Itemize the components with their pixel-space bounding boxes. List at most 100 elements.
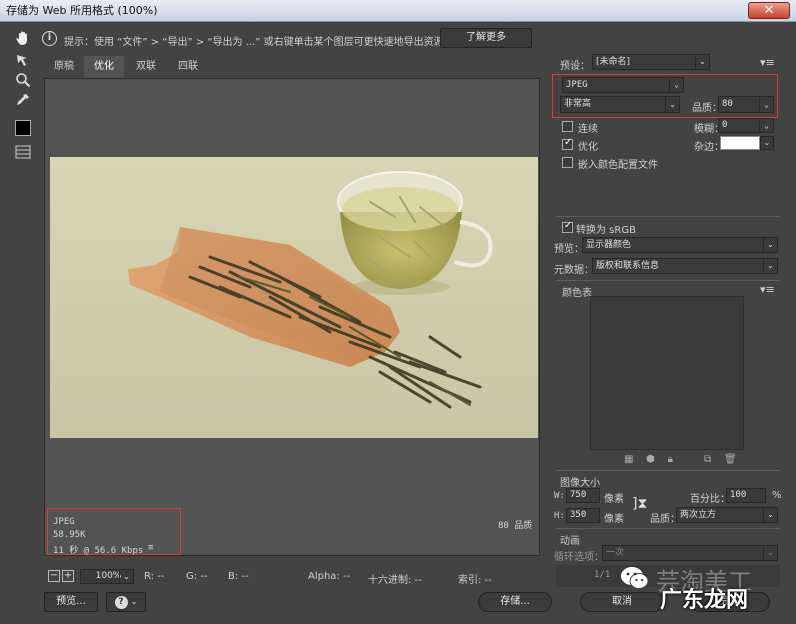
help-menu-button[interactable]: ? ⌄ [106,592,146,612]
preview-color-select[interactable]: 显示器颜色 ⌄ [582,237,778,253]
preview-button[interactable]: 预览... [44,592,98,612]
cancel-button[interactable]: 取消 [580,592,664,612]
preview-quality: 80 品质 [498,521,533,531]
file-format-select[interactable]: JPEG ⌄ [562,77,684,93]
quality-input[interactable]: 80 ⌄ [718,96,774,113]
settings-panel: 预设： [未命名] ⌄ ▾≡ JPEG ⌄ 非常高 ⌄ 品质： 80 ⌄ 连续 模糊： … [548,50,790,590]
preview-info-box: JPEG 58.95K 11 秒 @ 56.6 Kbps ≡ [47,508,181,556]
loop-options-select[interactable]: 一次 ⌄ [602,545,778,561]
tab-original[interactable]: 原稿 [44,56,84,78]
eyedropper-tool-icon[interactable] [13,90,33,110]
chevron-down-icon: ⌄ [763,508,777,522]
embed-profile-label: 嵌入颜色配置文件 [578,160,658,171]
alpha-readout: Alpha: -- [308,571,351,582]
chevron-down-icon: ⌄ [759,119,773,132]
chevron-down-icon: ⌄ [130,597,138,606]
metadata-label: 元数据： [554,265,594,276]
embed-profile-checkbox[interactable] [562,157,573,168]
width-label: W: [554,491,565,501]
convert-srgb-label: 转换为 sRGB [576,225,636,236]
zoom-out-button[interactable]: − [48,570,60,582]
chevron-down-icon: ⌄ [665,97,679,112]
blur-value: 0 [722,120,728,130]
height-label: H: [554,511,565,521]
new-color-icon[interactable]: ⧉ [704,454,711,465]
map-color-icon[interactable]: ▦ [624,454,633,465]
blur-input[interactable]: 0 ⌄ [718,118,774,133]
window-title: 存储为 Web 所用格式 (100%) [6,4,158,17]
info-icon: i [42,31,57,46]
optimized-checkbox[interactable] [562,137,573,150]
image-size-title: 图像大小 [560,478,600,489]
color-table-tools: ▦ ⬢ 🔒︎ [624,454,673,465]
image-preview[interactable] [50,157,538,438]
web-shift-icon[interactable]: ⬢ [646,454,655,465]
resample-quality-value: 两次立方 [680,510,717,520]
preset-select[interactable]: [未命名] ⌄ [592,54,710,70]
tab-2-up[interactable]: 双联 [126,56,166,78]
matte-color-swatch[interactable] [720,136,760,150]
color-table[interactable] [590,296,744,450]
hint-text: 提示：使用 “文件” > “导出” > “导出为 ...” 或右键单击某个图层可… [64,37,444,48]
width-input[interactable]: 750 [566,488,600,503]
loop-options-value: 一次 [606,548,625,558]
hex-readout: 十六进制: -- [368,575,422,586]
chevron-down-icon: ⌄ [119,570,133,583]
trash-icon[interactable]: 🗑︎ [724,454,737,465]
window-titlebar: 存储为 Web 所用格式 (100%) [0,0,796,22]
constrain-proportions-link-icon[interactable]: ]⧗ [632,496,647,512]
chevron-down-icon: ⌄ [695,55,709,69]
green-readout: G: -- [186,571,208,582]
metadata-value: 版权和联系信息 [596,261,660,271]
close-button[interactable]: ✕ [748,2,790,19]
progressive-checkbox[interactable] [562,121,573,132]
lock-icon[interactable]: 🔒︎ [668,454,673,465]
preview-color-value: 显示器颜色 [586,240,632,250]
height-unit: 像素 [604,514,624,525]
compression-quality-select[interactable]: 非常高 ⌄ [560,96,680,113]
percent-label: 百分比： [690,494,730,505]
close-icon: ✕ [763,3,775,18]
optimize-menu-icon[interactable]: ▾≡ [760,56,775,69]
divider [556,528,780,529]
watermark-text: 广东龙网 [660,588,749,613]
chevron-down-icon: ⌄ [763,238,777,252]
slice-select-tool-icon[interactable] [13,50,33,70]
index-readout: 索引: -- [458,575,492,586]
file-format-value: JPEG [566,80,588,90]
preset-label: 预设： [560,61,590,72]
preview-color-label: 预览： [554,244,584,255]
zoom-in-button[interactable]: + [62,570,74,582]
optimized-label: 优化 [578,142,598,153]
status-bar: − + 100% ⌄ R: -- G: -- B: -- Alpha: -- 十六… [44,568,540,586]
chevron-down-icon[interactable]: ⌄ [760,136,774,150]
color-table-menu-icon[interactable]: ▾≡ [760,283,775,296]
toggle-slices-icon[interactable] [13,142,33,162]
eyedropper-color-swatch[interactable] [13,118,33,138]
divider [556,470,780,471]
frame-counter: 1/1 [594,570,611,580]
percent-unit: % [772,490,782,501]
zoom-tool-icon[interactable] [13,70,33,90]
preview-format: JPEG [53,517,75,527]
resample-quality-select[interactable]: 两次立方 ⌄ [676,507,778,523]
metadata-select[interactable]: 版权和联系信息 ⌄ [592,258,778,274]
help-icon: ? [114,596,128,609]
width-unit: 像素 [604,494,624,505]
red-readout: R: -- [144,571,165,582]
tab-optimized[interactable]: 优化 [84,56,124,78]
hand-tool-icon[interactable] [13,28,33,48]
zoom-select[interactable]: 100% ⌄ [80,569,134,584]
percent-input[interactable]: 100 [726,488,766,503]
download-speed-menu-icon[interactable]: ≡ [148,543,153,553]
save-button[interactable]: 存储... [478,592,552,612]
convert-srgb-checkbox[interactable] [562,220,573,233]
zoom-value: 100% [95,571,122,581]
divider [556,280,780,281]
divider [556,216,780,217]
animation-title: 动画 [560,536,580,547]
tab-4-up[interactable]: 四联 [168,56,208,78]
height-input[interactable]: 350 [566,508,600,523]
chevron-down-icon: ⌄ [763,546,777,560]
learn-more-button[interactable]: 了解更多 [440,28,532,48]
